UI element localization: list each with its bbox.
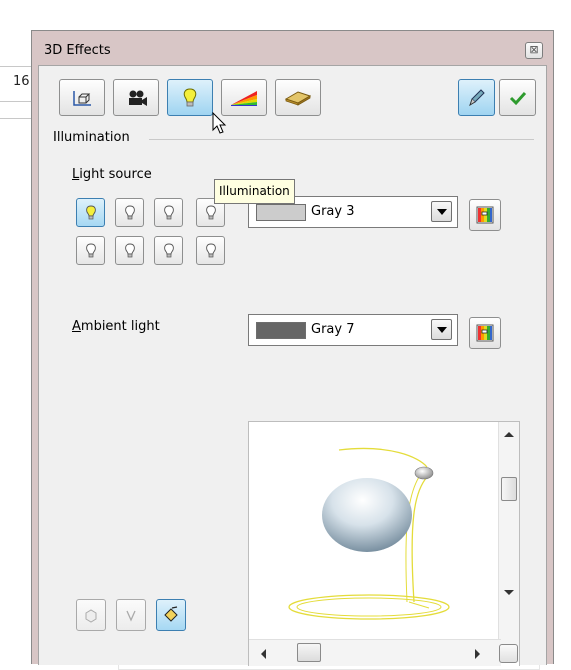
scroll-down-icon[interactable] [504,590,514,595]
scroll-left-icon[interactable] [261,649,266,659]
rainbow-texture-icon [231,90,257,106]
preview-horizontal-scrollbar[interactable] [249,639,501,666]
shading-tab-button[interactable] [113,79,159,116]
ruler-line [0,118,31,119]
close-button[interactable]: ⊠ [525,42,543,59]
scroll-corner-button[interactable] [499,644,518,663]
material-tab-button[interactable] [275,79,321,116]
chevron-down-icon[interactable] [431,319,452,340]
paint-bucket-icon [164,606,178,622]
preview-light-color-button[interactable] [156,599,186,631]
section-title: Illumination [53,130,134,145]
textures-tab-button[interactable] [221,79,267,116]
ambient-light-color-value: Gray 7 [311,322,355,337]
preview-vertical-scrollbar[interactable] [498,422,519,662]
chevron-down-icon[interactable] [431,201,452,222]
light-source-label: Light source [72,167,152,182]
section-divider [149,139,534,140]
material-slab-icon [285,90,311,106]
light-source-2-button[interactable] [115,198,144,227]
ambient-light-color-swatch [256,322,306,339]
light-source-color-picker-button[interactable] [469,199,501,231]
light-source-1-button[interactable] [76,198,105,227]
ruler-line [0,66,31,67]
ambient-light-color-dropdown[interactable]: Gray 7 [248,314,458,346]
ambient-light-label: Ambient light [72,319,160,334]
lightbulb-off-icon [124,243,135,257]
lightbulb-icon [183,87,197,106]
dialog-title: 3D Effects [44,43,111,58]
ruler-number: 16 [13,74,30,89]
camera-icon [129,90,147,106]
vertical-scroll-thumb[interactable] [501,477,517,501]
color-picker-icon [476,206,494,224]
lightbulb-off-icon [205,243,216,257]
mouse-cursor-icon [212,112,227,134]
scroll-up-icon[interactable] [504,432,514,437]
light-source-8-button[interactable] [196,236,225,265]
lightbulb-off-icon [163,243,174,257]
light-source-color-value: Gray 3 [311,204,355,219]
checkmark-icon [509,91,526,105]
convert-3d-button[interactable] [458,79,495,116]
eyedropper-icon [468,88,485,106]
light-source-6-button[interactable] [115,236,144,265]
lightbulb-on-icon [85,205,96,219]
dialog-3d-effects: 3D Effects ⊠ Illumination Light source G… [31,30,554,666]
lightbulb-off-icon [124,205,135,219]
sphere-preview-graphic [288,447,450,620]
illumination-tooltip: Illumination [214,179,295,204]
preview-shape-sphere-button[interactable] [116,599,146,631]
light-preview[interactable] [248,421,520,666]
geometry-icon [73,90,91,106]
illumination-tab-button[interactable] [167,79,213,116]
horizontal-scroll-thumb[interactable] [297,643,321,662]
lightbulb-off-icon [163,205,174,219]
preview-shape-cube-button[interactable] [76,599,106,631]
assign-button[interactable] [499,79,536,116]
geometry-tab-button[interactable] [59,79,105,116]
light-source-3-button[interactable] [154,198,183,227]
scroll-right-icon[interactable] [475,649,480,659]
light-source-color-swatch [256,204,306,221]
shape-disabled-icon [126,610,136,622]
close-icon: ⊠ [529,43,539,56]
light-source-5-button[interactable] [76,236,105,265]
light-source-7-button[interactable] [154,236,183,265]
ruler-line [0,101,31,102]
lightbulb-off-icon [85,243,96,257]
cube-disabled-icon [85,609,97,623]
lightbulb-off-icon [205,205,216,219]
color-picker-icon [476,324,494,342]
dialog-client-area: Illumination Light source Gray 3 Ambient… [38,65,547,666]
ambient-light-color-picker-button[interactable] [469,317,501,349]
